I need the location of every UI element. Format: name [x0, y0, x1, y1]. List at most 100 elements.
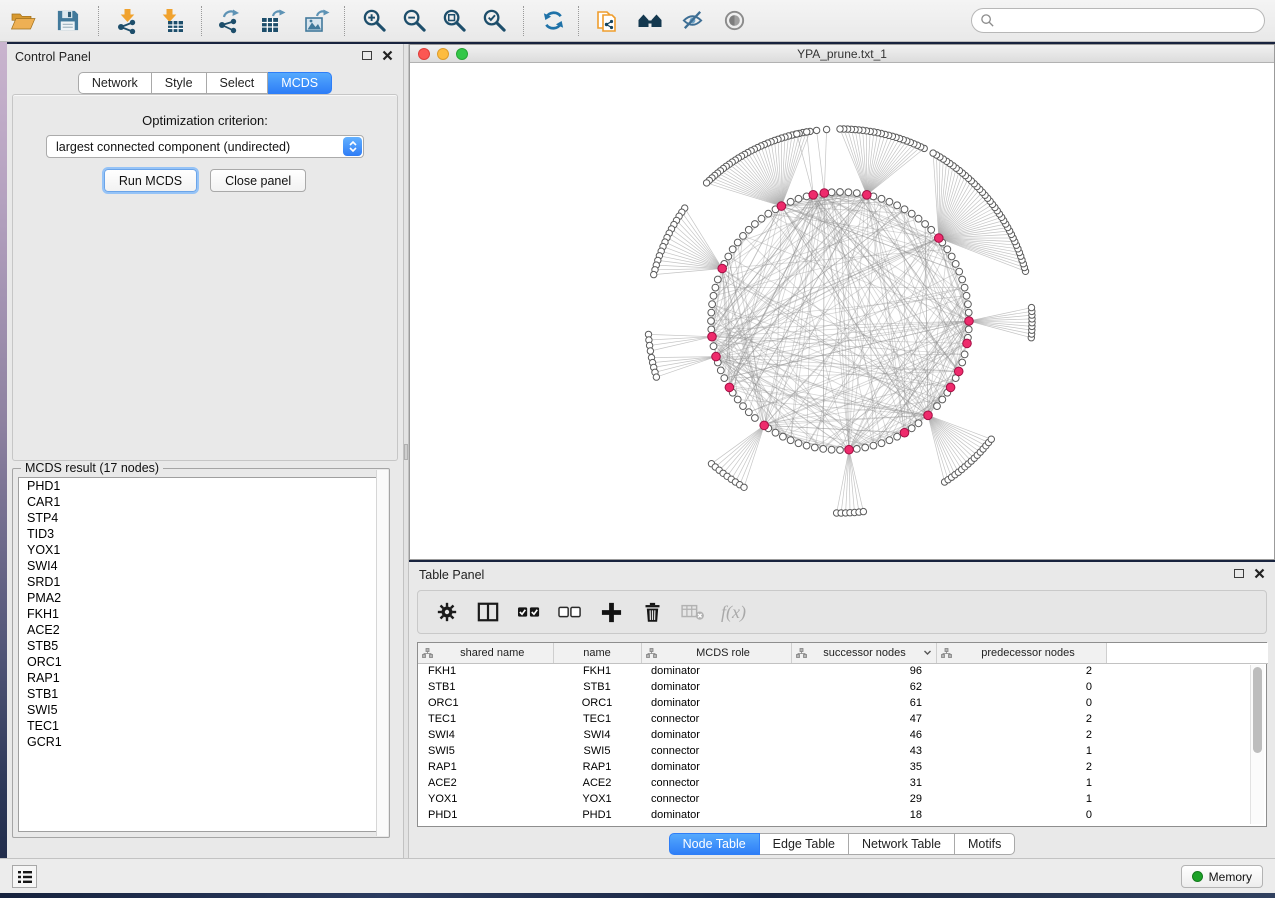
table-cell[interactable]: 0	[936, 679, 1106, 695]
graph-node[interactable]	[908, 425, 915, 432]
graph-leaf-node[interactable]	[653, 374, 659, 380]
table-cell[interactable]: FKH1	[418, 663, 553, 679]
table-cell[interactable]: PHD1	[418, 807, 553, 823]
table-cell[interactable]: SWI4	[553, 727, 641, 743]
control-panel-tab-network[interactable]: Network	[78, 72, 152, 94]
graph-node[interactable]	[948, 253, 955, 260]
graph-node[interactable]	[714, 276, 721, 283]
mcds-result-item[interactable]: GCR1	[19, 734, 383, 750]
close-panel-icon[interactable]	[1254, 568, 1265, 579]
graph-node[interactable]	[729, 246, 736, 253]
graph-leaf-node[interactable]	[647, 348, 653, 354]
graph-hub-node[interactable]	[820, 189, 829, 198]
graph-node[interactable]	[928, 226, 935, 233]
table-cell[interactable]: SWI5	[418, 743, 553, 759]
mcds-result-item[interactable]: SWI5	[19, 702, 383, 718]
graph-node[interactable]	[828, 189, 835, 196]
table-cell[interactable]: 61	[791, 695, 936, 711]
mcds-result-item[interactable]: RAP1	[19, 670, 383, 686]
zoom-fit-button[interactable]	[439, 6, 469, 36]
graph-leaf-node[interactable]	[703, 180, 709, 186]
table-row[interactable]: YOX1YOX1connector291	[418, 791, 1268, 807]
table-tab-motifs[interactable]: Motifs	[955, 833, 1015, 855]
graph-node[interactable]	[922, 221, 929, 228]
graph-node[interactable]	[709, 301, 716, 308]
table-cell[interactable]: 35	[791, 759, 936, 775]
export-image-button[interactable]	[302, 6, 332, 36]
graph-node[interactable]	[963, 292, 970, 299]
graph-node[interactable]	[845, 189, 852, 196]
graph-node[interactable]	[961, 284, 968, 291]
graph-node[interactable]	[752, 221, 759, 228]
export-network-button[interactable]	[214, 6, 244, 36]
select-all-button[interactable]	[516, 599, 542, 625]
run-mcds-button[interactable]: Run MCDS	[104, 169, 197, 192]
graph-node[interactable]	[853, 446, 860, 453]
mcds-result-item[interactable]: STP4	[19, 510, 383, 526]
table-cell[interactable]: ACE2	[418, 775, 553, 791]
table-cell[interactable]: 2	[936, 663, 1106, 679]
graph-node[interactable]	[740, 403, 747, 410]
optimization-criterion-select[interactable]: largest connected component (undirected)	[46, 135, 364, 158]
graph-hub-node[interactable]	[900, 428, 909, 437]
table-row[interactable]: SWI4SWI4dominator462	[418, 727, 1268, 743]
graph-node[interactable]	[965, 309, 972, 316]
graph-hub-node[interactable]	[845, 445, 854, 454]
table-cell[interactable]: ORC1	[553, 695, 641, 711]
mcds-result-item[interactable]: STB1	[19, 686, 383, 702]
open-file-button[interactable]	[8, 6, 38, 36]
graph-node[interactable]	[787, 198, 794, 205]
column-header-predecessor-nodes[interactable]: predecessor nodes	[936, 643, 1106, 663]
graph-node[interactable]	[708, 318, 715, 325]
graph-leaf-node[interactable]	[860, 508, 866, 514]
add-column-button[interactable]	[598, 599, 624, 625]
graph-node[interactable]	[965, 326, 972, 333]
graph-node[interactable]	[952, 261, 959, 268]
graph-node[interactable]	[752, 415, 759, 422]
table-cell[interactable]: dominator	[641, 807, 791, 823]
network-graph[interactable]	[410, 63, 1274, 559]
graph-hub-node[interactable]	[760, 421, 769, 430]
share-network-document-button[interactable]	[593, 6, 623, 36]
table-row[interactable]: TEC1TEC1connector472	[418, 711, 1268, 727]
mcds-result-item[interactable]: TEC1	[19, 718, 383, 734]
export-table-button[interactable]	[258, 6, 288, 36]
table-cell[interactable]: 47	[791, 711, 936, 727]
graph-leaf-node[interactable]	[651, 271, 657, 277]
table-cell[interactable]: dominator	[641, 727, 791, 743]
graph-node[interactable]	[758, 215, 765, 222]
graph-hub-node[interactable]	[965, 317, 974, 326]
graph-node[interactable]	[780, 433, 787, 440]
save-session-button[interactable]	[52, 6, 82, 36]
table-cell[interactable]: STB1	[553, 679, 641, 695]
graph-node[interactable]	[803, 442, 810, 449]
memory-button[interactable]: Memory	[1181, 865, 1263, 888]
graph-leaf-node[interactable]	[930, 150, 936, 156]
graph-node[interactable]	[708, 309, 715, 316]
table-tab-node-table[interactable]: Node Table	[669, 833, 760, 855]
graph-leaf-node[interactable]	[988, 436, 994, 442]
graph-node[interactable]	[870, 442, 877, 449]
graph-leaf-node[interactable]	[804, 129, 810, 135]
graph-node[interactable]	[765, 210, 772, 217]
graph-node[interactable]	[837, 189, 844, 196]
table-row[interactable]: FKH1FKH1dominator962	[418, 663, 1268, 679]
mcds-result-item[interactable]: CAR1	[19, 494, 383, 510]
mcds-result-item[interactable]: ACE2	[19, 622, 383, 638]
table-row[interactable]: PHD1PHD1dominator180	[418, 807, 1268, 823]
table-cell[interactable]: TEC1	[553, 711, 641, 727]
table-cell[interactable]: 1	[936, 743, 1106, 759]
graph-node[interactable]	[787, 437, 794, 444]
table-cell[interactable]: 31	[791, 775, 936, 791]
graph-node[interactable]	[901, 206, 908, 213]
table-cell[interactable]: 29	[791, 791, 936, 807]
graph-node[interactable]	[745, 409, 752, 416]
graph-hub-node[interactable]	[924, 411, 933, 420]
graph-leaf-node[interactable]	[794, 131, 800, 137]
graph-node[interactable]	[959, 276, 966, 283]
table-row[interactable]: ORC1ORC1dominator610	[418, 695, 1268, 711]
column-header-name[interactable]: name	[553, 643, 641, 663]
network-canvas[interactable]	[410, 63, 1274, 559]
task-history-button[interactable]	[12, 865, 37, 888]
graph-node[interactable]	[886, 437, 893, 444]
